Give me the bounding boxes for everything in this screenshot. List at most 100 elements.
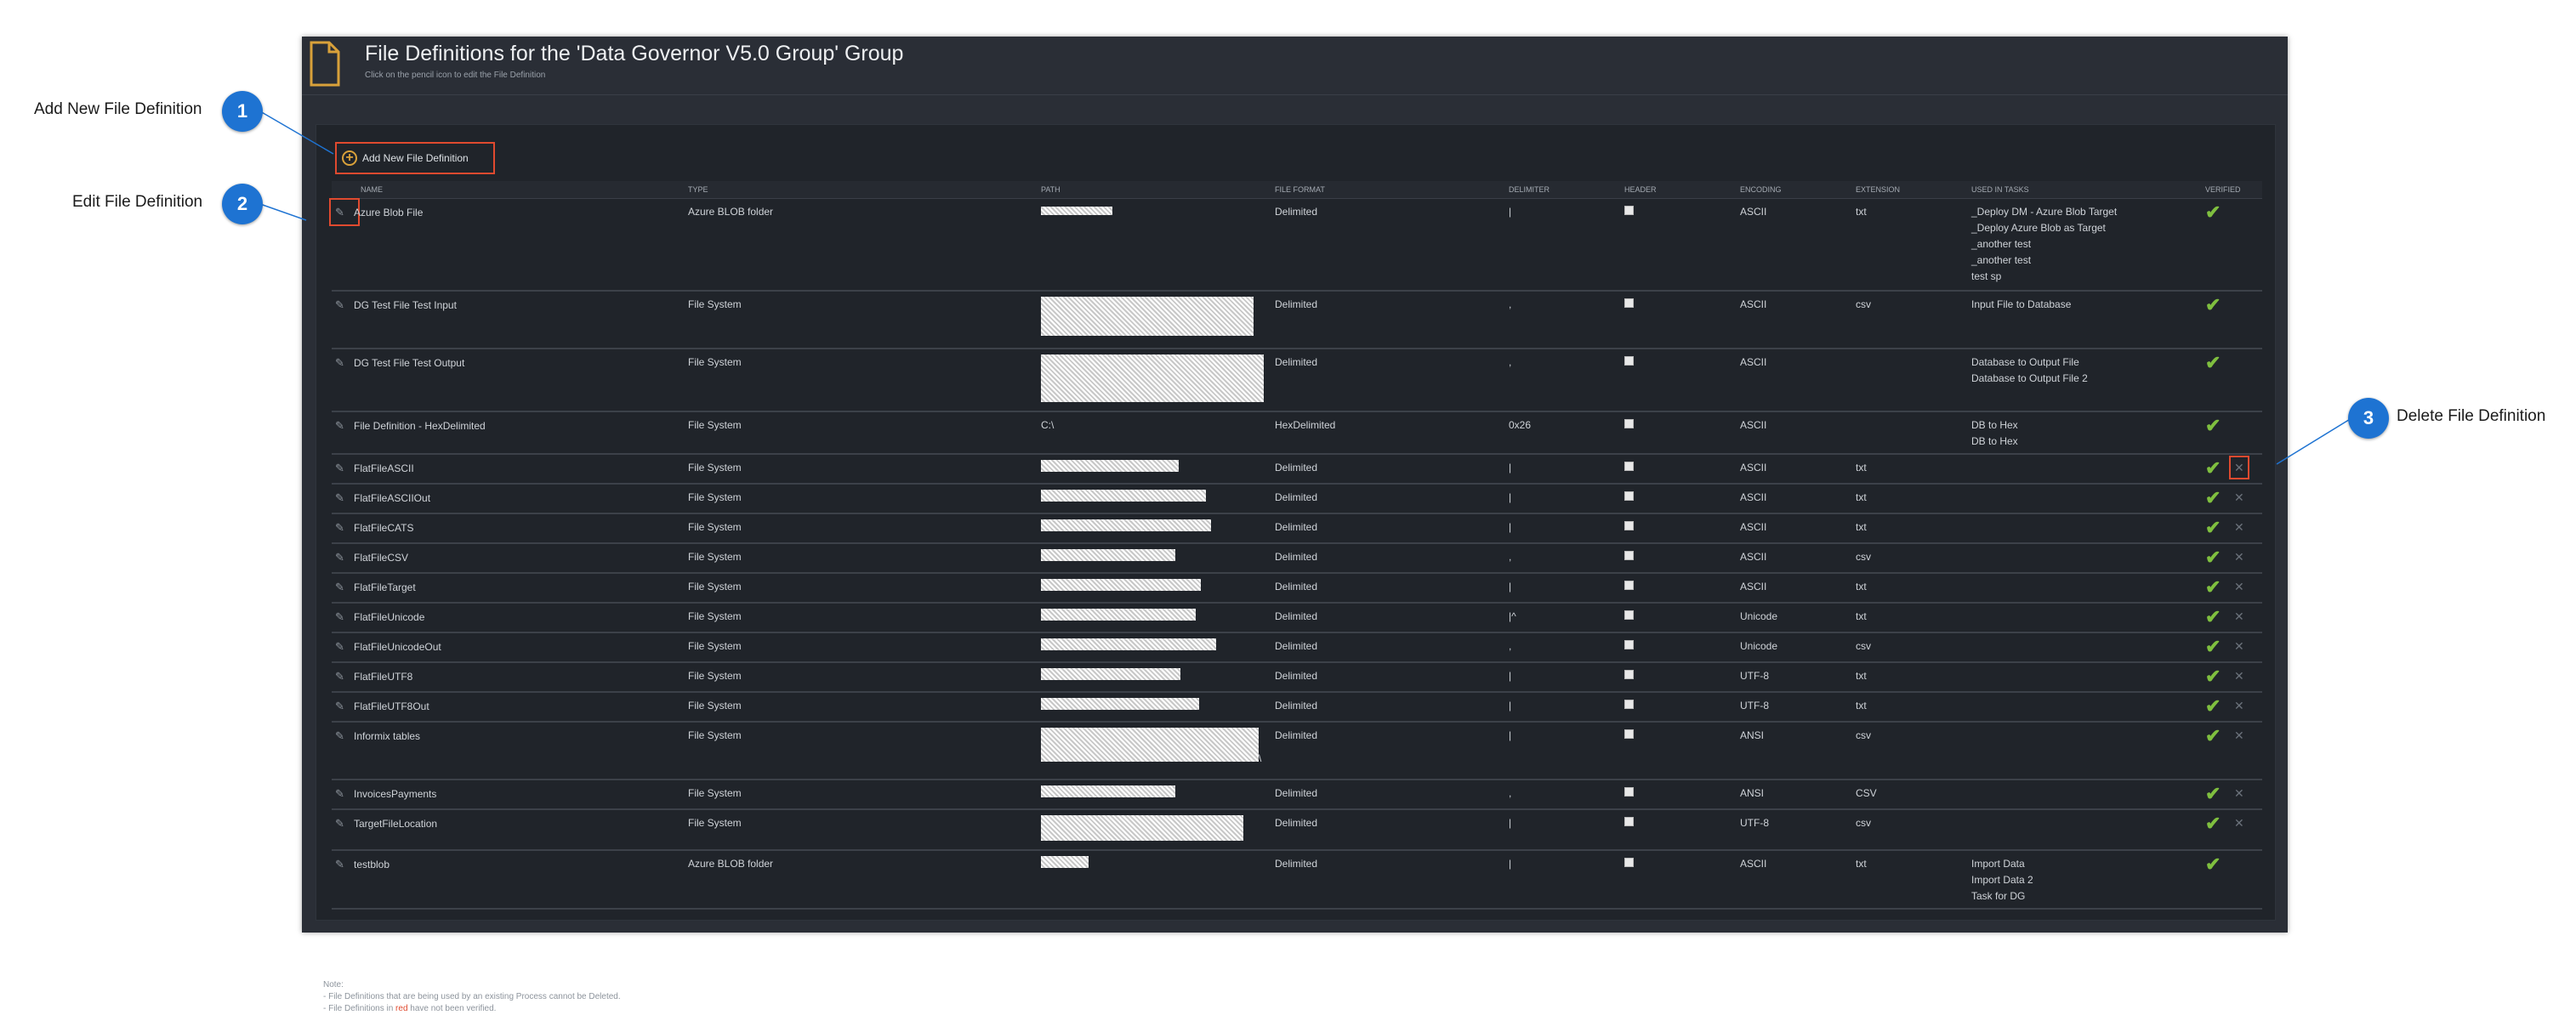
cell-name: ✎ testblob	[332, 849, 685, 910]
path-redacted-box	[1041, 814, 1243, 841]
task-item: Import Data 2	[1971, 873, 2033, 886]
table-row: ✎ FlatFileASCII File System Delimited | A…	[332, 453, 2262, 485]
delete-x-icon[interactable]: ✕	[2234, 520, 2244, 534]
delete-x-icon[interactable]: ✕	[2234, 816, 2244, 830]
panel-header: File Definitions for the 'Data Governor …	[302, 37, 2288, 95]
table-row: ✎ TargetFileLocation File System Delimite…	[332, 808, 2262, 851]
cell-path	[1038, 453, 1271, 485]
delete-x-icon[interactable]: ✕	[2234, 639, 2244, 653]
edit-pencil-icon[interactable]: ✎	[335, 297, 354, 313]
cell-file-format: Delimited	[1271, 691, 1505, 723]
edit-pencil-icon[interactable]: ✎	[335, 417, 354, 434]
edit-pencil-icon[interactable]: ✎	[335, 728, 354, 744]
cell-file-format: Delimited	[1271, 602, 1505, 633]
edit-pencil-icon[interactable]: ✎	[329, 198, 360, 226]
edit-pencil-icon[interactable]: ✎	[335, 549, 354, 565]
edit-pencil-icon[interactable]: ✎	[335, 856, 354, 872]
cell-path	[1038, 779, 1271, 810]
cell-used-in-tasks	[1968, 542, 2202, 574]
cell-encoding: ANSI	[1737, 721, 1852, 780]
header-checkbox	[1624, 418, 1634, 428]
cell-name: ✎ FlatFileASCII	[332, 453, 685, 485]
cell-name: ✎ FlatFileCATS	[332, 513, 685, 544]
cell-type: File System	[685, 572, 1038, 604]
cell-delimiter: |	[1505, 483, 1621, 514]
leader-line-2	[259, 203, 307, 221]
column-header-type[interactable]: TYPE	[685, 181, 1038, 199]
cell-extension: txt	[1852, 661, 1968, 693]
cell-delimiter: |	[1505, 513, 1621, 544]
edit-pencil-icon[interactable]: ✎	[335, 638, 354, 655]
task-item: _Deploy Azure Blob as Target	[1971, 222, 2106, 234]
cell-actions: ✕	[2231, 542, 2262, 574]
column-header-verified[interactable]: VERIFIED	[2202, 181, 2241, 199]
column-header-used-in-tasks[interactable]: USED IN TASKS	[1968, 181, 2202, 199]
cell-extension: txt	[1852, 453, 1968, 485]
edit-pencil-icon[interactable]: ✎	[335, 609, 354, 625]
cell-encoding: ASCII	[1737, 483, 1852, 514]
cell-actions: ✕	[2229, 453, 2262, 485]
delete-x-icon[interactable]: ✕	[2229, 455, 2249, 479]
column-header-extension[interactable]: EXTENSION	[1852, 181, 1968, 199]
delete-x-icon[interactable]: ✕	[2234, 786, 2244, 800]
cell-encoding: ANSI	[1737, 779, 1852, 810]
cell-used-in-tasks	[1968, 632, 2202, 663]
cell-encoding: ASCII	[1737, 411, 1852, 455]
cell-name: ✎ DG Test File Test Output	[332, 348, 685, 412]
cell-path	[1038, 632, 1271, 663]
verified-check-icon: ✔	[2205, 695, 2221, 717]
delete-x-icon[interactable]: ✕	[2234, 550, 2244, 564]
column-header-delimiter[interactable]: DELIMITER	[1505, 181, 1621, 199]
cell-file-format: Delimited	[1271, 661, 1505, 693]
cell-path	[1038, 348, 1271, 412]
notes-title: Note:	[323, 980, 344, 989]
column-header-file-format[interactable]: FILE FORMAT	[1271, 181, 1505, 199]
add-file-definition-button[interactable]: + Add New File Definition	[335, 142, 495, 174]
cell-path	[1038, 513, 1271, 544]
path-redacted-box	[1041, 548, 1175, 561]
column-header-header[interactable]: HEADER	[1621, 181, 1737, 199]
path-redacted-box	[1041, 489, 1206, 502]
header-checkbox	[1624, 550, 1634, 560]
file-definition-name: FlatFileCSV	[354, 551, 409, 564]
header-checkbox	[1624, 520, 1634, 530]
callout-label-3: Delete File Definition	[2397, 407, 2546, 425]
edit-pencil-icon[interactable]: ✎	[335, 815, 354, 831]
delete-x-icon[interactable]: ✕	[2234, 580, 2244, 593]
edit-pencil-icon[interactable]: ✎	[335, 490, 354, 506]
table-row: ✎ DG Test File Test Output File System De…	[332, 348, 2262, 412]
file-definition-name: DG Test File Test Input	[354, 298, 457, 311]
cell-header	[1621, 198, 1737, 292]
cell-type: File System	[685, 661, 1038, 693]
file-definitions-table: NAME TYPE PATH FILE FORMAT DELIMITER HEA…	[329, 181, 2262, 910]
edit-pencil-icon[interactable]: ✎	[335, 460, 354, 476]
cell-encoding: ASCII	[1737, 513, 1852, 544]
edit-pencil-icon[interactable]: ✎	[335, 668, 354, 684]
delete-x-icon[interactable]: ✕	[2234, 490, 2244, 504]
column-header-name[interactable]: NAME	[332, 181, 685, 199]
delete-x-icon[interactable]: ✕	[2234, 699, 2244, 712]
edit-pencil-icon[interactable]: ✎	[335, 519, 354, 536]
edit-pencil-icon[interactable]: ✎	[335, 785, 354, 802]
edit-pencil-icon[interactable]: ✎	[335, 579, 354, 595]
verified-check-icon: ✔	[2205, 456, 2221, 479]
delete-x-icon[interactable]: ✕	[2234, 729, 2244, 742]
delete-x-icon[interactable]: ✕	[2234, 610, 2244, 623]
definitions-container: + Add New File Definition NAME TYPE PATH…	[316, 124, 2276, 1013]
cell-verified: ✔	[2202, 411, 2231, 455]
cell-verified: ✔	[2202, 632, 2231, 663]
cell-delimiter: |	[1505, 721, 1621, 780]
column-header-encoding[interactable]: ENCODING	[1737, 181, 1852, 199]
cell-verified: ✔	[2202, 691, 2231, 723]
edit-pencil-icon[interactable]: ✎	[335, 698, 354, 714]
delete-x-icon[interactable]: ✕	[2234, 669, 2244, 683]
verified-check-icon: ✔	[2205, 201, 2221, 223]
cell-file-format: Delimited	[1271, 721, 1505, 780]
cell-file-format: Delimited	[1271, 483, 1505, 514]
cell-path: \	[1038, 721, 1271, 780]
path-redacted-box	[1041, 697, 1199, 710]
cell-used-in-tasks	[1968, 602, 2202, 633]
edit-pencil-icon[interactable]: ✎	[335, 354, 354, 371]
column-header-path[interactable]: PATH	[1038, 181, 1271, 199]
cell-type: File System	[685, 411, 1038, 455]
